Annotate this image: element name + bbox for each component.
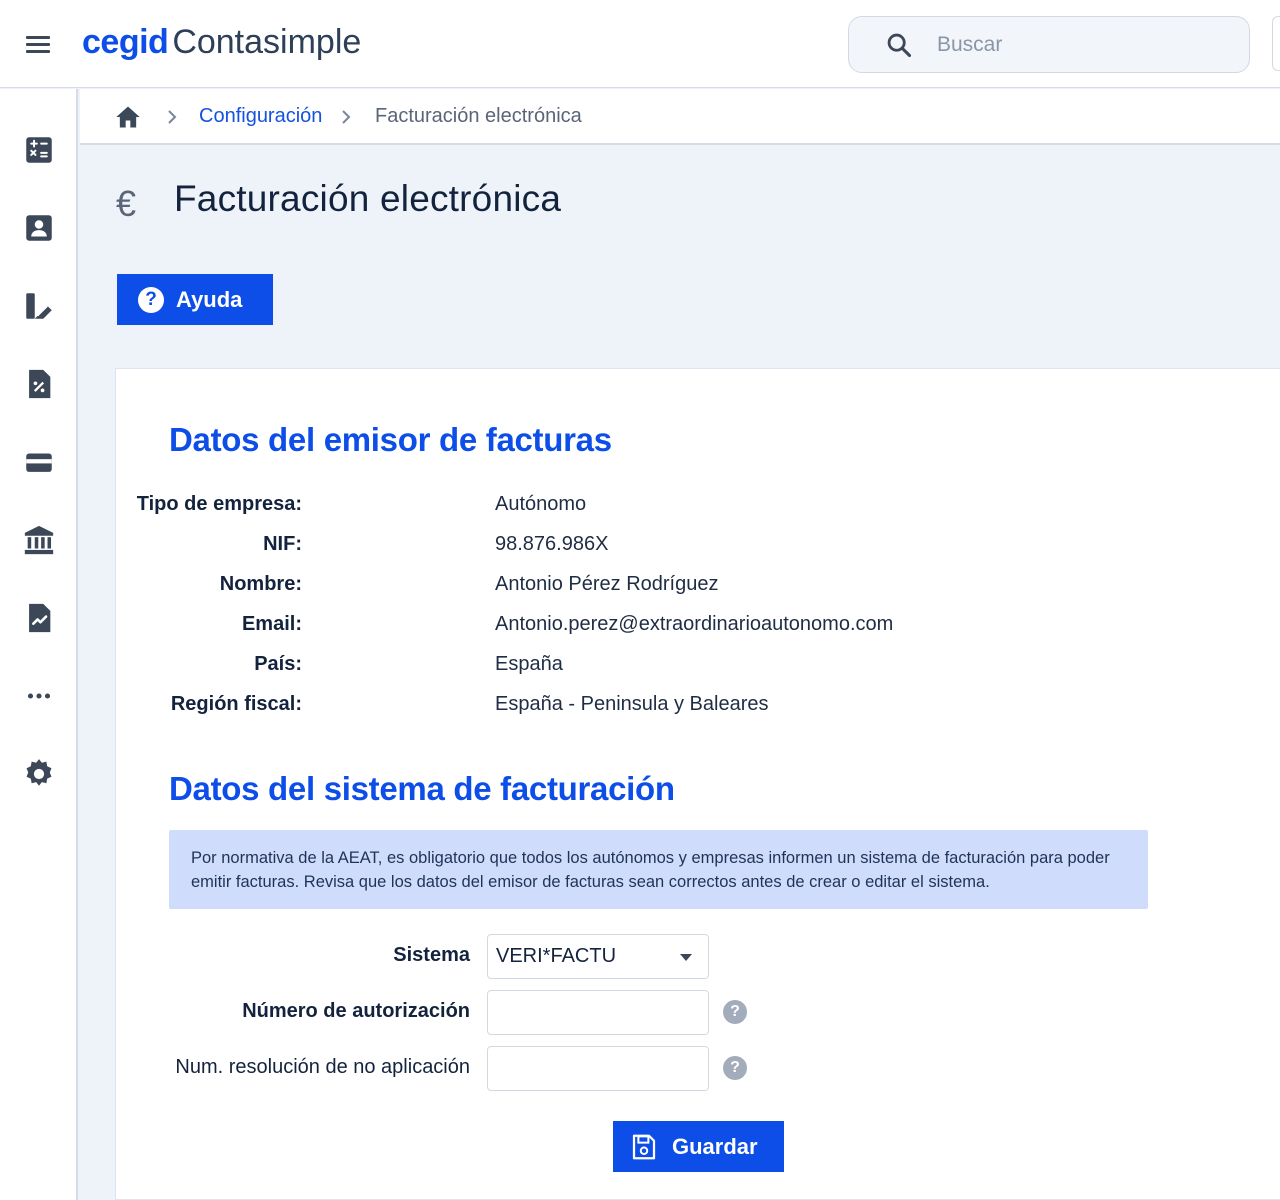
settings-card: Datos del emisor de facturas Tipo de emp… [115,368,1280,1200]
menu-icon[interactable] [24,30,54,58]
chevron-right-icon [168,110,177,124]
sistema-select[interactable]: VERI*FACTU [487,934,709,979]
sistema-selected-value: VERI*FACTU [496,945,617,967]
calculator-icon[interactable] [22,133,56,167]
info-value: España - Peninsula y Baleares [495,693,769,715]
help-icon[interactable]: ? [723,1000,747,1024]
form-row-resolucion: Num. resolución de no aplicación ? [116,1046,816,1092]
info-label: País: [254,653,302,675]
breadcrumb-link-configuracion[interactable]: Configuración [199,105,322,128]
sistema-label: Sistema [393,944,470,966]
brand-name: cegid [82,23,169,61]
bank-icon[interactable] [22,523,56,557]
form-row-sistema: Sistema VERI*FACTU [116,934,816,980]
chevron-right-icon [342,110,351,124]
autorizacion-input[interactable] [487,990,709,1035]
save-button-label: Guardar [672,1134,758,1159]
sidebar [0,89,78,1200]
info-label: Email: [241,613,302,635]
help-button-label: Ayuda [176,287,243,312]
info-value: 98.876.986X [495,533,609,555]
resolucion-label: Num. resolución de no aplicación [175,1056,470,1078]
info-row-nombre: Nombre: Antonio Pérez Rodríguez [116,573,1016,603]
user-menu-button[interactable] [1272,16,1280,71]
reports-icon[interactable] [22,601,56,635]
tax-document-icon[interactable] [22,367,56,401]
top-bar: cegid Contasimple [0,0,1280,88]
save-button[interactable]: Guardar [613,1121,784,1172]
app-logo[interactable]: cegid Contasimple [82,20,361,64]
purchases-icon[interactable] [22,289,56,323]
info-label: Tipo de empresa: [136,493,302,515]
system-section-title: Datos del sistema de facturación [169,770,675,807]
caret-down-icon [680,954,692,961]
page-title: Facturación electrónica [174,178,562,219]
wallet-icon[interactable] [22,445,56,479]
resolucion-input[interactable] [487,1046,709,1091]
info-value: Antonio Pérez Rodríguez [495,573,719,595]
info-label: Región fiscal: [170,693,302,715]
euro-icon: € [116,183,137,224]
search-input[interactable] [937,27,1227,63]
info-value: Antonio.perez@extraordinarioautonomo.com [495,613,894,635]
info-value: Autónomo [495,493,587,515]
info-row-nif: NIF: 98.876.986X [116,533,1016,563]
product-name: Contasimple [172,23,362,61]
save-icon [632,1134,656,1160]
info-value: España [495,653,563,675]
aeat-notice: Por normativa de la AEAT, es obligatorio… [169,830,1148,909]
autorizacion-label: Número de autorización [242,1000,470,1022]
breadcrumb: Configuración Facturación electrónica [80,89,1280,145]
issuer-section-title: Datos del emisor de facturas [169,421,612,458]
help-icon[interactable]: ? [723,1056,747,1080]
home-icon[interactable] [114,103,142,131]
form-row-autorizacion: Número de autorización ? [116,990,816,1036]
info-row-region-fiscal: Región fiscal: España - Peninsula y Bale… [116,693,1016,723]
info-row-email: Email: Antonio.perez@extraordinarioauton… [116,613,1016,643]
question-icon: ? [138,287,164,313]
more-icon[interactable] [22,679,56,713]
info-row-tipo-empresa: Tipo de empresa: Autónomo [116,493,1016,523]
info-label: NIF: [263,533,302,555]
search-icon[interactable] [885,31,913,59]
info-label: Nombre: [219,573,302,595]
contact-card-icon[interactable] [22,211,56,245]
gear-icon[interactable] [22,757,56,791]
help-button[interactable]: ? Ayuda [117,274,273,325]
search-box[interactable] [848,16,1250,73]
info-row-pais: País: España [116,653,1016,683]
breadcrumb-current: Facturación electrónica [375,105,582,127]
